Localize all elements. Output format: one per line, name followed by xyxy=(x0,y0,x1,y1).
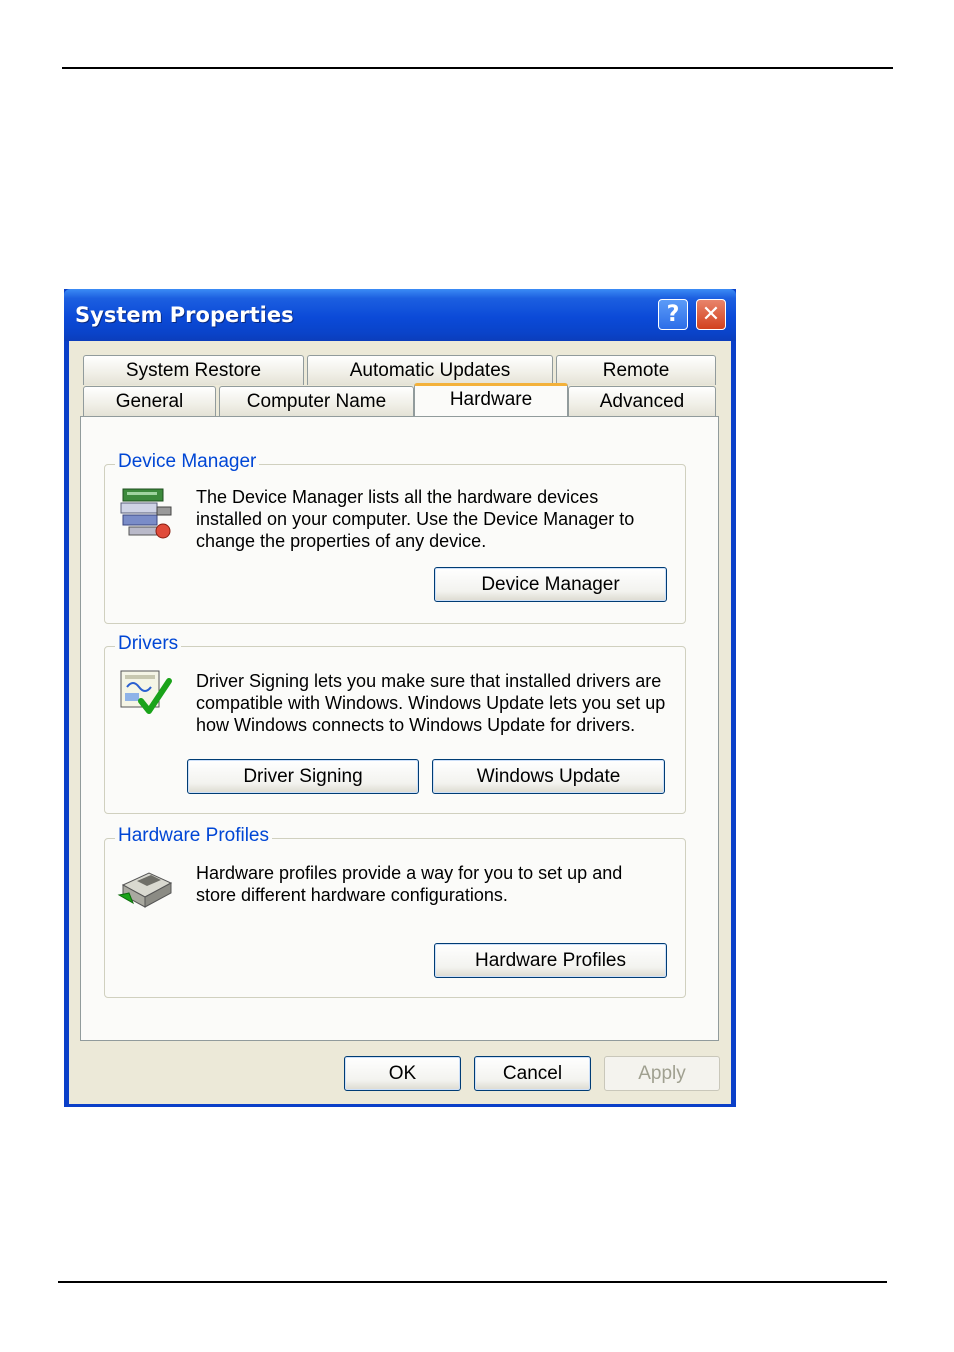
driver-signing-icon xyxy=(120,670,172,714)
tab-automatic-updates[interactable]: Automatic Updates xyxy=(307,355,553,385)
tab-system-restore[interactable]: System Restore xyxy=(83,355,304,385)
device-manager-icon xyxy=(120,488,172,539)
windows-update-button[interactable]: Windows Update xyxy=(432,759,665,794)
title-bar[interactable]: System Properties ? ✕ xyxy=(64,289,736,341)
close-button[interactable]: ✕ xyxy=(696,299,726,330)
hardware-profiles-description: Hardware profiles provide a way for you … xyxy=(196,863,623,905)
device-manager-legend: Device Manager xyxy=(115,451,260,473)
hardware-profiles-icon xyxy=(117,872,173,908)
page-top-rule xyxy=(62,67,893,69)
system-properties-window: System Properties ? ✕ System Restore Aut… xyxy=(64,289,736,1107)
driver-signing-button[interactable]: Driver Signing xyxy=(187,759,419,794)
tab-computer-name[interactable]: Computer Name xyxy=(219,386,414,416)
drivers-legend: Drivers xyxy=(115,633,182,655)
device-manager-description: The Device Manager lists all the hardwar… xyxy=(196,487,635,551)
hardware-profiles-group: Hardware Profiles Hardware profiles prov… xyxy=(104,825,686,998)
page-bottom-rule xyxy=(58,1281,887,1283)
help-button[interactable]: ? xyxy=(658,299,688,330)
dialog-client-area: System Restore Automatic Updates Remote … xyxy=(69,341,731,1104)
apply-button[interactable]: Apply xyxy=(604,1056,720,1091)
ok-button[interactable]: OK xyxy=(344,1056,461,1091)
device-manager-group: Device Manager The Device Manager lists … xyxy=(104,451,686,624)
device-manager-button[interactable]: Device Manager xyxy=(434,567,667,602)
drivers-description: Driver Signing lets you make sure that i… xyxy=(196,671,666,735)
hardware-profiles-legend: Hardware Profiles xyxy=(115,825,272,847)
tab-hardware[interactable]: Hardware xyxy=(414,383,568,416)
drivers-group: Drivers Driver Signing lets you make sur… xyxy=(104,633,686,814)
tab-advanced[interactable]: Advanced xyxy=(568,386,716,416)
tab-remote[interactable]: Remote xyxy=(556,355,716,385)
hardware-profiles-button[interactable]: Hardware Profiles xyxy=(434,943,667,978)
cancel-button[interactable]: Cancel xyxy=(474,1056,591,1091)
hardware-tab-panel: Device Manager The Device Manager lists … xyxy=(80,416,719,1041)
tab-general[interactable]: General xyxy=(83,386,216,416)
window-title: System Properties xyxy=(75,303,294,327)
